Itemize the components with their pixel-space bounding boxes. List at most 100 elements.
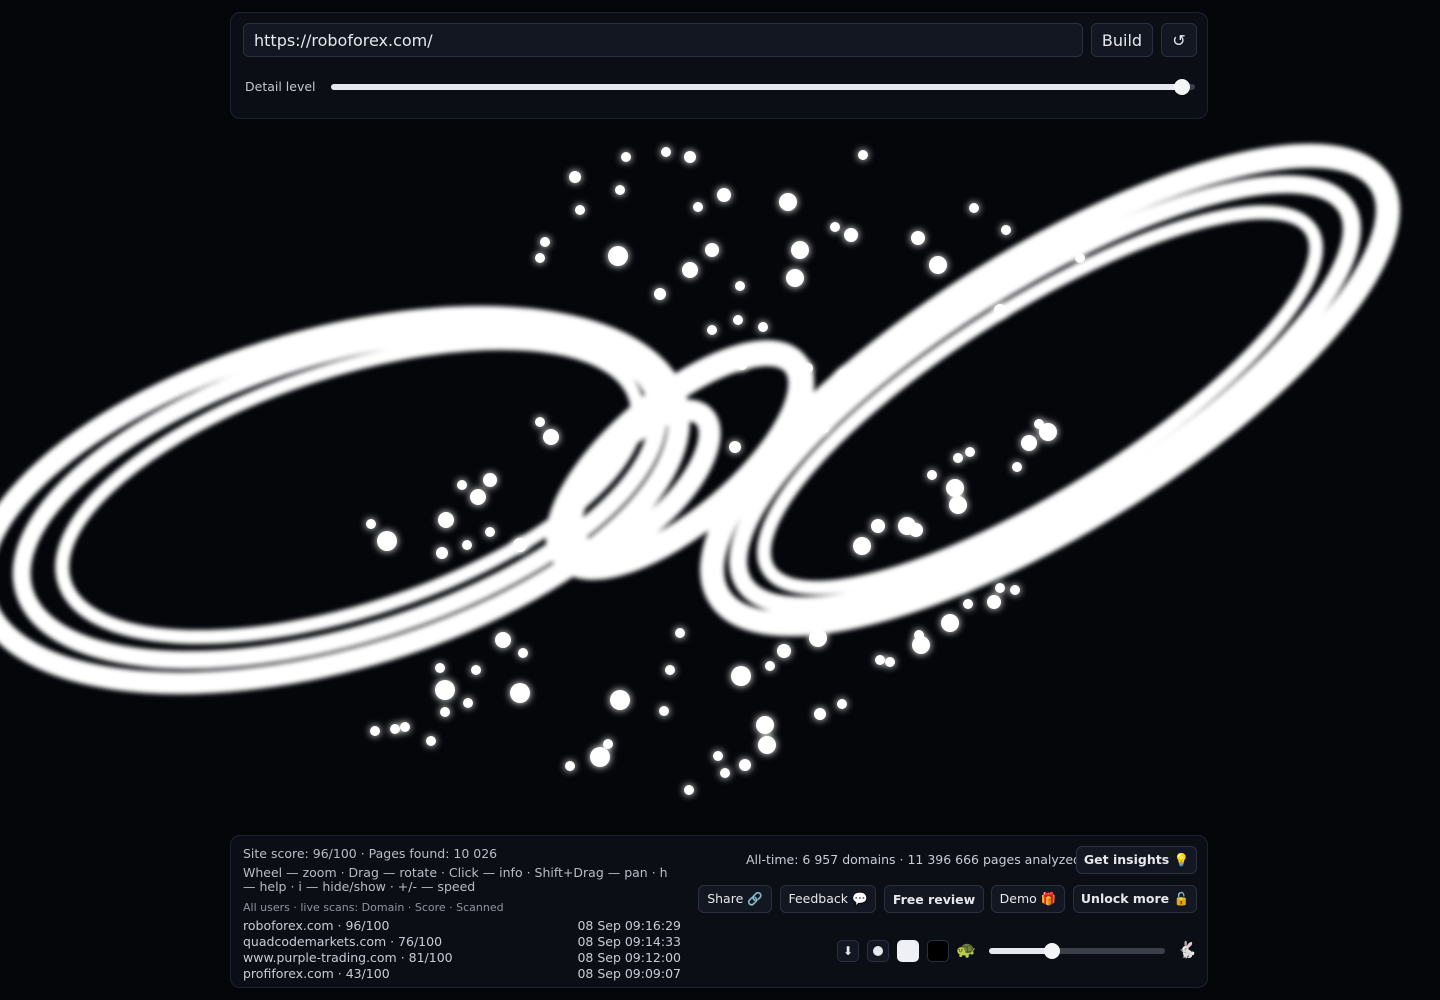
graph-node[interactable]: [969, 203, 979, 213]
light-theme-button[interactable]: [897, 940, 919, 962]
graph-node[interactable]: [717, 188, 731, 202]
graph-node[interactable]: [436, 547, 448, 559]
unlock-more-button[interactable]: Unlock more 🔓: [1073, 885, 1197, 913]
graph-node[interactable]: [426, 736, 436, 746]
free-review-button[interactable]: Free review: [884, 885, 984, 913]
scan-row[interactable]: profiforex.com · 43/100 08 Sep 09:09:07: [243, 966, 681, 982]
url-input[interactable]: [243, 23, 1083, 57]
graph-node[interactable]: [885, 657, 895, 667]
graph-node[interactable]: [513, 538, 527, 552]
graph-node[interactable]: [1021, 435, 1037, 451]
download-button[interactable]: ⬇: [837, 940, 859, 962]
graph-node[interactable]: [659, 706, 669, 716]
graph-node[interactable]: [786, 269, 804, 287]
graph-node[interactable]: [914, 630, 924, 640]
graph-node[interactable]: [543, 429, 559, 445]
scan-row[interactable]: roboforex.com · 96/100 08 Sep 09:16:29: [243, 918, 681, 934]
graph-node[interactable]: [929, 256, 947, 274]
graph-node[interactable]: [875, 655, 885, 665]
graph-node[interactable]: [684, 785, 694, 795]
graph-node[interactable]: [758, 322, 768, 332]
graph-node[interactable]: [463, 698, 473, 708]
graph-node[interactable]: [871, 519, 885, 533]
graph-node[interactable]: [735, 281, 745, 291]
graph-node[interactable]: [953, 574, 969, 590]
graph-node[interactable]: [661, 147, 671, 157]
graph-node[interactable]: [483, 473, 497, 487]
graph-node[interactable]: [565, 761, 575, 771]
graph-node[interactable]: [665, 665, 675, 675]
graph-node[interactable]: [733, 315, 743, 325]
get-insights-button[interactable]: Get insights 💡: [1076, 846, 1197, 874]
graph-node[interactable]: [569, 171, 581, 183]
graph-node[interactable]: [949, 496, 967, 514]
graph-node[interactable]: [1075, 253, 1085, 263]
graph-node[interactable]: [965, 447, 975, 457]
graph-node[interactable]: [540, 237, 550, 247]
graph-node[interactable]: [495, 632, 511, 648]
graph-node[interactable]: [621, 152, 631, 162]
graph-node[interactable]: [390, 724, 400, 734]
node-style-button[interactable]: [867, 940, 889, 962]
graph-node[interactable]: [737, 360, 747, 370]
graph-node[interactable]: [485, 527, 495, 537]
graph-node[interactable]: [377, 531, 397, 551]
graph-node[interactable]: [946, 479, 964, 497]
graph-node[interactable]: [654, 288, 666, 300]
graph-node[interactable]: [400, 722, 410, 732]
graph-node[interactable]: [911, 231, 925, 245]
build-button[interactable]: Build: [1091, 23, 1153, 57]
graph-node[interactable]: [858, 150, 868, 160]
graph-node[interactable]: [693, 202, 703, 212]
graph-node[interactable]: [1034, 419, 1044, 429]
detail-level-thumb[interactable]: [1174, 79, 1191, 95]
graph-node[interactable]: [756, 716, 774, 734]
graph-node[interactable]: [777, 644, 791, 658]
graph-node[interactable]: [366, 519, 376, 529]
scan-row[interactable]: quadcodemarkets.com · 76/100 08 Sep 09:1…: [243, 934, 681, 950]
graph-node[interactable]: [435, 680, 455, 700]
graph-node[interactable]: [819, 423, 829, 433]
graph-node[interactable]: [987, 595, 1001, 609]
graph-node[interactable]: [713, 751, 723, 761]
graph-node[interactable]: [457, 480, 467, 490]
speed-slider[interactable]: [989, 943, 1165, 959]
graph-node[interactable]: [994, 304, 1006, 316]
graph-node[interactable]: [608, 246, 628, 266]
graph-node[interactable]: [575, 205, 585, 215]
graph-node[interactable]: [830, 222, 840, 232]
graph-node[interactable]: [853, 537, 871, 555]
graph-node[interactable]: [435, 663, 445, 673]
graph-node[interactable]: [470, 489, 486, 505]
graph-node[interactable]: [510, 683, 530, 703]
graph-node[interactable]: [791, 241, 809, 259]
graph-node[interactable]: [535, 417, 545, 427]
graph-node[interactable]: [953, 453, 963, 463]
graph-node[interactable]: [830, 400, 840, 410]
graph-node[interactable]: [462, 540, 472, 550]
graph-node[interactable]: [758, 736, 776, 754]
graph-node[interactable]: [963, 599, 973, 609]
share-button[interactable]: Share 🔗: [698, 885, 772, 913]
feedback-button[interactable]: Feedback 💬: [780, 885, 876, 913]
graph-node[interactable]: [803, 363, 813, 373]
graph-node[interactable]: [518, 648, 528, 658]
graph-node[interactable]: [927, 470, 937, 480]
graph-node[interactable]: [438, 512, 454, 528]
graph-node[interactable]: [844, 228, 858, 242]
graph-node[interactable]: [707, 325, 717, 335]
graph-node[interactable]: [370, 726, 380, 736]
graph-node[interactable]: [675, 628, 685, 638]
graph-node[interactable]: [995, 583, 1005, 593]
graph-node[interactable]: [610, 690, 630, 710]
graph-node[interactable]: [1001, 225, 1011, 235]
graph-node[interactable]: [779, 193, 797, 211]
graph-node[interactable]: [615, 185, 625, 195]
graph-node[interactable]: [720, 768, 730, 778]
graph-node[interactable]: [684, 151, 696, 163]
graph-node[interactable]: [1012, 462, 1022, 472]
speed-thumb[interactable]: [1044, 943, 1061, 959]
demo-button[interactable]: Demo 🎁: [991, 885, 1065, 913]
graph-node[interactable]: [590, 747, 610, 767]
graph-node[interactable]: [837, 369, 853, 385]
